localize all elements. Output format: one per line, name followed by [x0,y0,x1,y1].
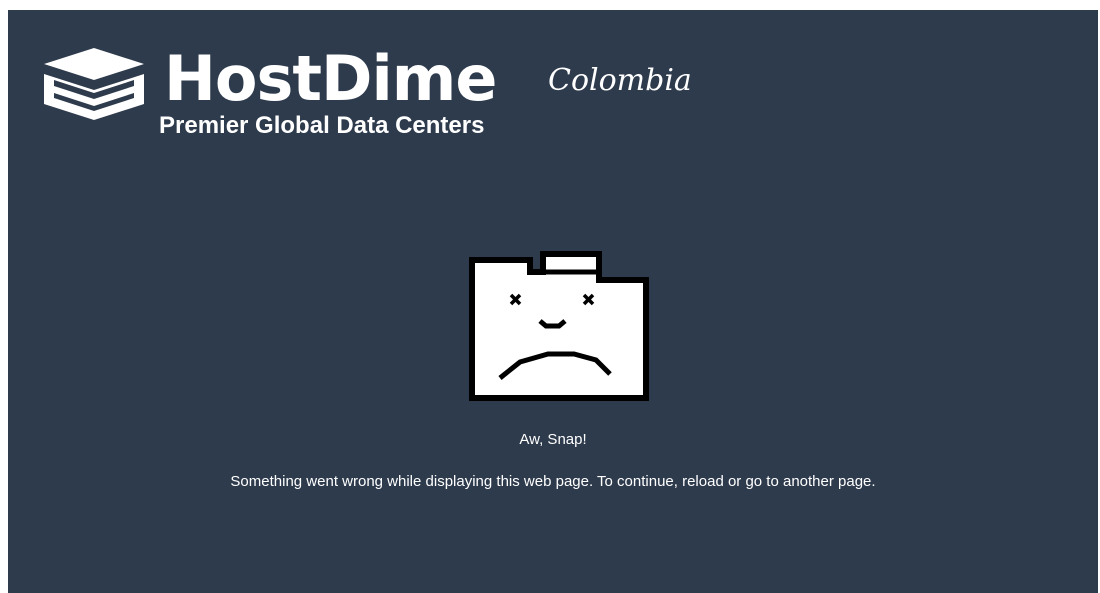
browser-viewport: HostDime Colombia Premier Global Data Ce… [8,10,1098,593]
error-title: Aw, Snap! [519,431,587,448]
error-message: Something went wrong while displaying th… [230,473,876,490]
hostdime-cube-icon [44,48,144,120]
brand-tagline: Premier Global Data Centers [159,112,485,139]
brand-name: HostDime [164,42,497,115]
sad-tab-icon [469,251,649,401]
brand-region: Colombia [548,63,692,98]
hostdime-logo: HostDime Colombia Premier Global Data Ce… [40,46,740,156]
